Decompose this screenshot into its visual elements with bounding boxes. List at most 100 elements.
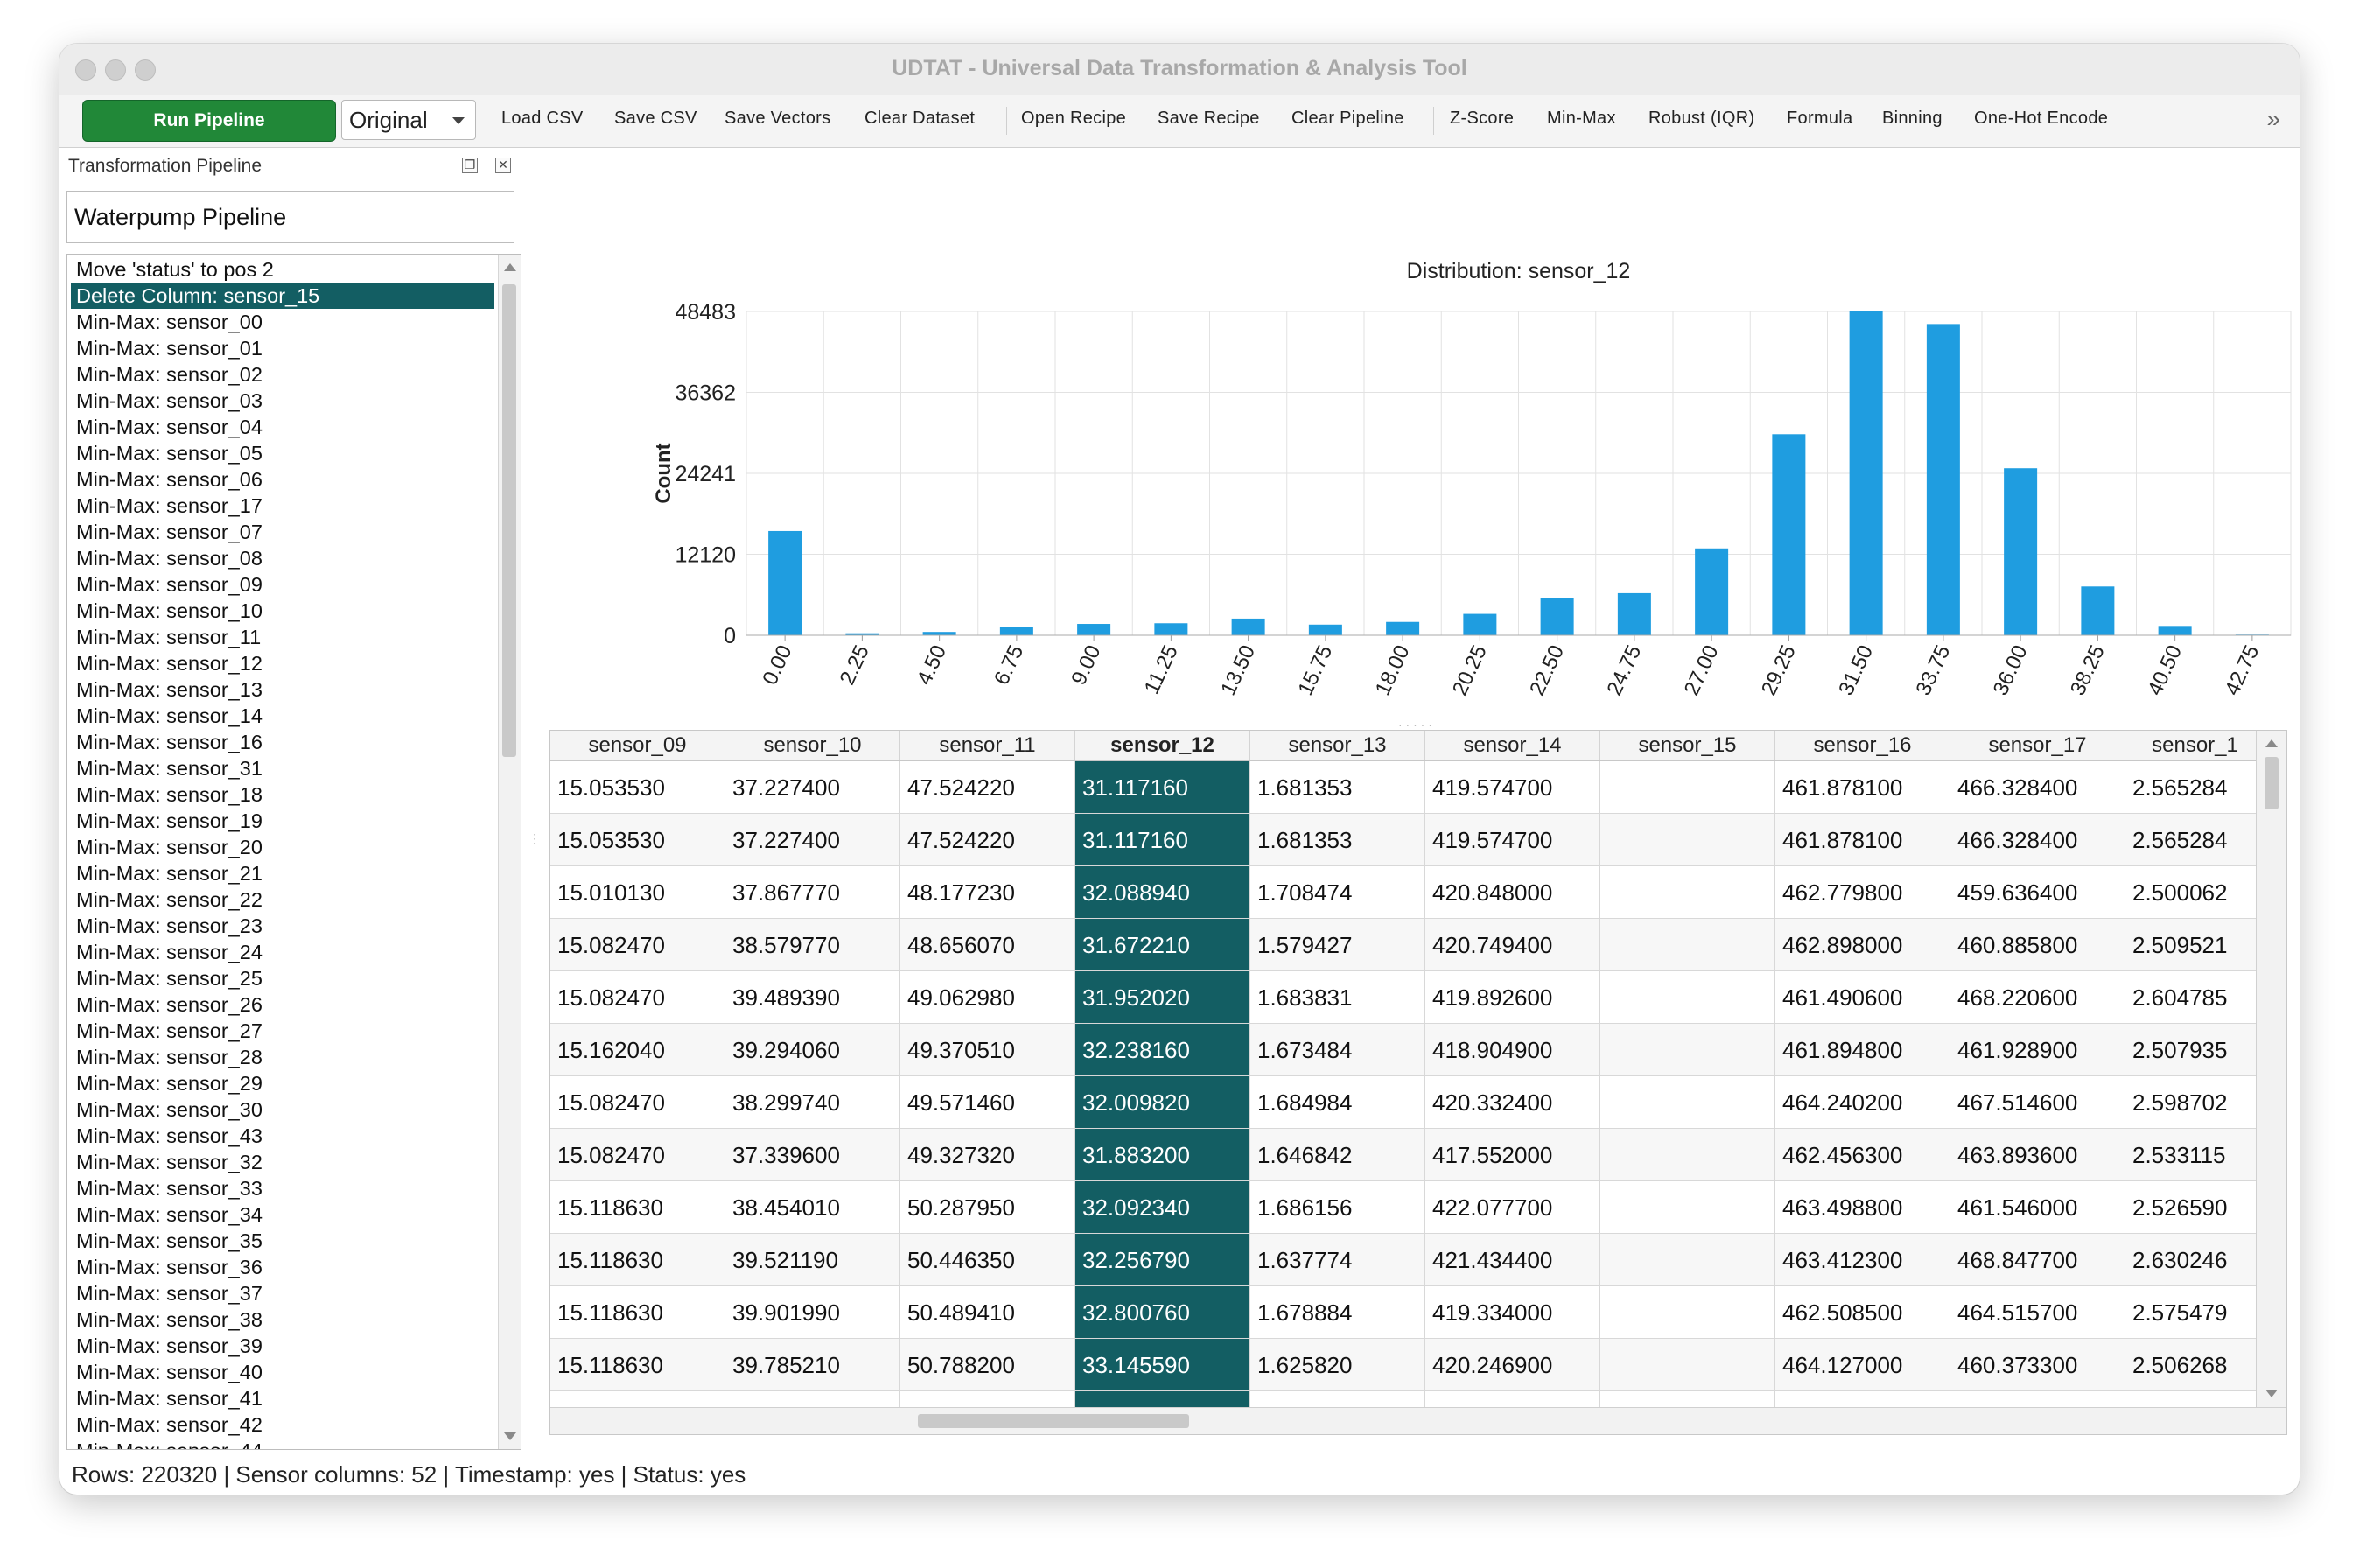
table-cell[interactable]: 15.118630: [550, 1286, 725, 1339]
table-cell[interactable]: 31.672210: [1075, 919, 1250, 971]
table-cell[interactable]: 1.686156: [1250, 1181, 1425, 1234]
table-row[interactable]: 15.053530 37.227400 47.524220 31.117160 1.68…: [550, 814, 2257, 866]
run-pipeline-button[interactable]: Run Pipeline: [82, 100, 336, 142]
table-cell[interactable]: 39.294060: [725, 1024, 900, 1076]
toolbar-button-save-recipe[interactable]: Save Recipe: [1158, 108, 1260, 129]
pipeline-step[interactable]: Min-Max: sensor_43: [71, 1123, 494, 1149]
pipeline-step[interactable]: Move 'status' to pos 2: [71, 256, 494, 283]
table-cell[interactable]: 2.533115: [2125, 1129, 2257, 1181]
toolbar-button-clear-dataset[interactable]: Clear Dataset: [864, 108, 975, 129]
table-cell[interactable]: 420.749400: [1425, 919, 1600, 971]
table-cell[interactable]: 31.883200: [1075, 1129, 1250, 1181]
toolbar-button-open-recipe[interactable]: Open Recipe: [1021, 108, 1126, 129]
table-cell[interactable]: [1600, 971, 1775, 1024]
table-cell[interactable]: 38.579770: [725, 919, 900, 971]
table-cell[interactable]: 419.574700: [1425, 761, 1600, 814]
view-mode-select[interactable]: Original: [341, 100, 476, 140]
table-cell[interactable]: 2.565284: [2125, 761, 2257, 814]
scroll-up-icon[interactable]: [2265, 739, 2278, 747]
table-cell[interactable]: 15.053530: [550, 814, 725, 866]
table-cell[interactable]: 1.681353: [1250, 761, 1425, 814]
table-cell[interactable]: 2.565284: [2125, 814, 2257, 866]
table-cell[interactable]: 37.339600: [725, 1129, 900, 1181]
table-row[interactable]: 15.053530 37.227400 47.524220 31.117160 1.68…: [550, 761, 2257, 814]
toolbar-button-save-vectors[interactable]: Save Vectors: [724, 108, 830, 129]
splitter-handle-vertical[interactable]: ⋮: [528, 831, 541, 846]
pipeline-step[interactable]: Min-Max: sensor_05: [71, 440, 494, 466]
table-cell[interactable]: 50.287950: [900, 1181, 1075, 1234]
table-cell[interactable]: 33.145590: [1075, 1339, 1250, 1391]
pipeline-step[interactable]: Min-Max: sensor_00: [71, 309, 494, 335]
table-cell[interactable]: 466.328400: [1950, 814, 2125, 866]
table-cell[interactable]: 2.516371: [2125, 1391, 2257, 1407]
table-cell[interactable]: 39.489390: [725, 971, 900, 1024]
table-cell[interactable]: 40.043840: [725, 1391, 900, 1407]
table-row[interactable]: 15.010130 37.867770 48.177230 32.088940 1.70…: [550, 866, 2257, 919]
table-cell[interactable]: 462.898000: [1775, 919, 1950, 971]
table-cell[interactable]: 39.521190: [725, 1234, 900, 1286]
pipeline-step[interactable]: Min-Max: sensor_30: [71, 1096, 494, 1123]
scrollbar-thumb[interactable]: [502, 284, 516, 757]
table-cell[interactable]: 32.238160: [1075, 1024, 1250, 1076]
table-cell[interactable]: 31.117160: [1075, 814, 1250, 866]
table-cell[interactable]: 467.514600: [1950, 1076, 2125, 1129]
table-cell[interactable]: 15.082470: [550, 971, 725, 1024]
table-cell[interactable]: 420.848000: [1425, 866, 1600, 919]
pipeline-step[interactable]: Min-Max: sensor_22: [71, 886, 494, 913]
table-cell[interactable]: 1.678884: [1250, 1286, 1425, 1339]
table-cell[interactable]: [1600, 1339, 1775, 1391]
pipeline-step[interactable]: Min-Max: sensor_03: [71, 388, 494, 414]
table-cell[interactable]: 15.010130: [550, 866, 725, 919]
float-panel-icon[interactable]: ❐: [462, 158, 478, 173]
table-cell[interactable]: 1.681353: [1250, 814, 1425, 866]
table-cell[interactable]: 419.334000: [1425, 1286, 1600, 1339]
toolbar-button-load-csv[interactable]: Load CSV: [501, 108, 584, 129]
table-cell[interactable]: 1.673484: [1250, 1024, 1425, 1076]
table-cell[interactable]: 37.867770: [725, 866, 900, 919]
table-cell[interactable]: 462.779800: [1775, 866, 1950, 919]
column-header[interactable]: sensor_17: [1950, 731, 2125, 760]
column-header[interactable]: sensor_10: [725, 731, 900, 760]
table-cell[interactable]: 461.490600: [1775, 971, 1950, 1024]
pipeline-step[interactable]: Min-Max: sensor_40: [71, 1359, 494, 1385]
table-row[interactable]: 15.082470 38.579770 48.656070 31.672210 1.57…: [550, 919, 2257, 971]
table-cell[interactable]: 459.636400: [1950, 866, 2125, 919]
column-header[interactable]: sensor_15: [1600, 731, 1775, 760]
pipeline-step[interactable]: Min-Max: sensor_23: [71, 913, 494, 939]
scroll-down-icon[interactable]: [504, 1432, 516, 1440]
table-cell[interactable]: 420.332400: [1425, 1076, 1600, 1129]
pipeline-step[interactable]: Min-Max: sensor_21: [71, 860, 494, 886]
table-cell[interactable]: 461.878100: [1775, 761, 1950, 814]
pipeline-step[interactable]: Min-Max: sensor_13: [71, 676, 494, 703]
table-cell[interactable]: 463.893600: [1950, 1129, 2125, 1181]
table-cell[interactable]: 1.625820: [1250, 1339, 1425, 1391]
table-cell[interactable]: [1600, 1286, 1775, 1339]
table-cell[interactable]: 49.327320: [900, 1129, 1075, 1181]
table-cell[interactable]: 49.571460: [900, 1076, 1075, 1129]
table-cell[interactable]: 461.416600: [1950, 1391, 2125, 1407]
table-cell[interactable]: 15.082470: [550, 919, 725, 971]
pipeline-step[interactable]: Min-Max: sensor_10: [71, 598, 494, 624]
table-cell[interactable]: 50.504790: [900, 1391, 1075, 1407]
table-cell[interactable]: 461.894800: [1775, 1024, 1950, 1076]
toolbar-overflow-icon[interactable]: »: [2266, 105, 2280, 133]
column-header[interactable]: sensor_16: [1775, 731, 1950, 760]
table-cell[interactable]: 2.507935: [2125, 1024, 2257, 1076]
pipeline-step[interactable]: Min-Max: sensor_09: [71, 571, 494, 598]
column-header[interactable]: sensor_09: [550, 731, 725, 760]
table-cell[interactable]: [1600, 1391, 1775, 1407]
table-cell[interactable]: 15.162040: [550, 1024, 725, 1076]
table-cell[interactable]: 2.604785: [2125, 971, 2257, 1024]
table-vertical-scrollbar[interactable]: [2256, 731, 2286, 1410]
table-row[interactable]: 15.082470 38.299740 49.571460 32.009820 1.68…: [550, 1076, 2257, 1129]
table-cell[interactable]: 420.246900: [1425, 1339, 1600, 1391]
table-cell[interactable]: 32.088940: [1075, 866, 1250, 919]
table-horizontal-scrollbar[interactable]: [550, 1407, 2286, 1434]
pipeline-step[interactable]: Min-Max: sensor_39: [71, 1333, 494, 1359]
table-cell[interactable]: 32.009820: [1075, 1076, 1250, 1129]
table-cell[interactable]: [1600, 1181, 1775, 1234]
table-cell[interactable]: 419.892600: [1425, 971, 1600, 1024]
toolbar-button-clear-pipeline[interactable]: Clear Pipeline: [1292, 108, 1404, 129]
table-cell[interactable]: 15.053530: [550, 761, 725, 814]
table-cell[interactable]: 1.683831: [1250, 971, 1425, 1024]
